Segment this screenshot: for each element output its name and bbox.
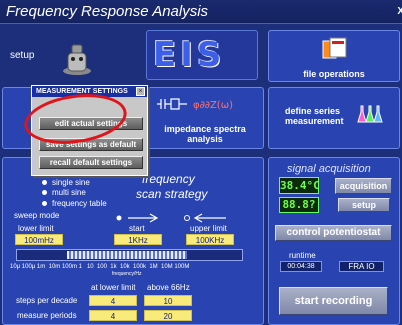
setup-label: setup (10, 50, 35, 61)
file-icon (321, 37, 349, 61)
setup-button[interactable]: setup (338, 198, 390, 212)
runtime-label: runtime (289, 251, 316, 260)
steps-low-field[interactable]: 4 (89, 295, 137, 306)
steps-high-field[interactable]: 10 (144, 295, 192, 306)
impedance-label[interactable]: impedance spectra analysis (155, 124, 255, 144)
option-frequency-table[interactable]: frequency table (42, 193, 107, 208)
window-title: Frequency Response Analysis (6, 3, 209, 20)
sweep-forward-option[interactable] (116, 210, 161, 223)
circuit-icon[interactable]: φ∂∂Z(ω) (157, 97, 233, 111)
define-series-panel[interactable]: define series measurement (268, 87, 400, 149)
acquisition-button[interactable]: acquisition (335, 178, 392, 194)
frequency-axis-ticks: 10μ 100μ 1m 10m 100m 1 10 100 1k 10k 100… (10, 264, 190, 270)
file-operations-panel[interactable]: file operations (268, 30, 400, 82)
sweep-mode-label: sweep mode (14, 211, 60, 220)
robot-icon[interactable] (62, 43, 92, 76)
setup-area[interactable]: setup (2, 28, 137, 80)
scan-title-line1: frequency (142, 172, 195, 186)
lower-limit-label: lower limit (18, 224, 54, 233)
start-recording-button[interactable]: start recording (279, 287, 388, 315)
sweep-backward-option[interactable] (184, 210, 232, 223)
signal-title: signal acquisition (287, 163, 371, 175)
measure-periods-label: measure periods (17, 311, 77, 320)
fra-io-indicator[interactable]: FRA IO (339, 261, 384, 272)
frequency-range-fill (67, 251, 187, 259)
start-field[interactable]: 1KHz (114, 234, 162, 245)
frequency-range-slider[interactable] (16, 249, 243, 261)
steps-per-decade-label: steps per decade (16, 296, 78, 305)
control-potentiostat-button[interactable]: control potentiostat (275, 225, 392, 241)
periods-low-field[interactable]: 4 (89, 310, 137, 321)
lower-limit-field[interactable]: 100mHz (15, 234, 63, 245)
svg-text:φ∂∂Z(ω): φ∂∂Z(ω) (193, 100, 233, 111)
option-multi-sine[interactable]: multi sine (42, 182, 86, 197)
at-lower-limit-label: at lower limit (91, 283, 136, 292)
title-bar: Frequency Response Analysis X (0, 0, 402, 24)
radio-icon (42, 201, 47, 206)
file-operations-label: file operations (303, 69, 365, 79)
eis-logo-text: EIS (153, 35, 226, 75)
flask-icon (357, 104, 383, 124)
above-label: above 66Hz (147, 283, 190, 292)
periods-high-field[interactable]: 20 (144, 310, 192, 321)
define-series-label: define series measurement (285, 106, 344, 126)
runtime-display: 00:04:38 (280, 261, 322, 272)
upper-limit-field[interactable]: 100KHz (186, 234, 234, 245)
popup-close-icon[interactable]: × (136, 87, 145, 96)
upper-limit-label: upper limit (190, 224, 227, 233)
start-label: start (129, 224, 145, 233)
eis-logo: EIS (146, 30, 258, 80)
frequency-axis-unit: frequency/Hz (112, 271, 142, 277)
recall-default-settings-button[interactable]: recall default settings (39, 156, 143, 169)
value-display: 88.8? (279, 197, 319, 213)
temperature-display: 38.4°C (279, 177, 320, 194)
close-icon[interactable]: X (397, 6, 402, 17)
scan-title-line2: scan strategy (136, 187, 208, 201)
